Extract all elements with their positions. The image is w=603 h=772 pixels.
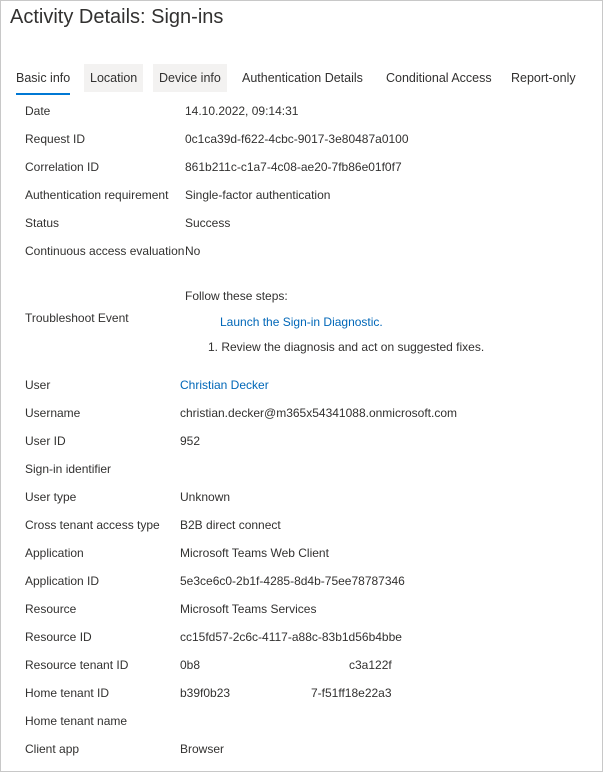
resource-tenant-id-label: Resource tenant ID <box>25 658 129 672</box>
cae-value: No <box>185 244 201 258</box>
tab-report-only[interactable]: Report-only <box>505 64 582 92</box>
status-value: Success <box>185 216 231 230</box>
signin-identifier-label: Sign-in identifier <box>25 462 112 476</box>
user-id-value: 952 <box>180 434 201 448</box>
user-label: User <box>25 378 51 392</box>
cross-tenant-label: Cross tenant access type <box>25 518 160 532</box>
username-value: christian.decker@m365x54341088.onmicroso… <box>180 406 457 420</box>
tab-authentication-details[interactable]: Authentication Details <box>236 64 369 92</box>
client-app-label: Client app <box>25 742 80 756</box>
correlation-id-value: 861b211c-c1a7-4c08-ae20-7fb86e01f0f7 <box>185 160 402 174</box>
date-label: Date <box>25 104 51 118</box>
application-id-value: 5e3ce6c0-2b1f-4285-8d4b-75ee78787346 <box>180 574 405 588</box>
launch-diagnostic-link[interactable]: Launch the Sign-in Diagnostic. <box>220 314 383 330</box>
cae-label: Continuous access evaluation <box>25 244 185 258</box>
auth-requirement-value: Single-factor authentication <box>185 188 331 202</box>
cross-tenant-value: B2B direct connect <box>180 518 281 532</box>
status-label: Status <box>25 216 60 230</box>
tab-basic-info[interactable]: Basic info <box>10 64 76 95</box>
tab-device-info[interactable]: Device info <box>153 64 227 92</box>
home-tenant-id-label: Home tenant ID <box>25 686 110 700</box>
resource-tenant-id-value-end: c3a122f <box>349 658 392 672</box>
tab-location[interactable]: Location <box>84 64 144 92</box>
request-id-value: 0c1ca39d-f622-4cbc-9017-3e80487a0100 <box>185 132 409 146</box>
resource-value: Microsoft Teams Services <box>180 602 317 616</box>
page-title: Activity Details: Sign-ins <box>10 6 224 28</box>
date-value: 14.10.2022, 09:14:31 <box>185 104 299 118</box>
username-label: Username <box>25 406 81 420</box>
home-tenant-id-value-start: b39f0b23 <box>180 686 231 700</box>
troubleshoot-steps-heading: Follow these steps: <box>185 289 288 303</box>
auth-requirement-label: Authentication requirement <box>25 188 169 202</box>
resource-tenant-id-value-start: 0b8 <box>180 658 201 672</box>
request-id-label: Request ID <box>25 132 86 146</box>
tab-conditional-access[interactable]: Conditional Access <box>380 64 498 92</box>
user-id-label: User ID <box>25 434 66 448</box>
application-value: Microsoft Teams Web Client <box>180 546 329 560</box>
troubleshoot-step-1: 1. Review the diagnosis and act on sugge… <box>208 340 485 354</box>
user-type-label: User type <box>25 490 77 504</box>
resource-label: Resource <box>25 602 77 616</box>
user-type-value: Unknown <box>180 490 231 504</box>
home-tenant-id-value-end: 7-f51ff18e22a3 <box>311 686 392 700</box>
correlation-id-label: Correlation ID <box>25 160 100 174</box>
resource-id-label: Resource ID <box>25 630 92 644</box>
resource-id-value: cc15fd57-2c6c-4117-a88c-83b1d56b4bbe <box>180 630 402 644</box>
application-label: Application <box>25 546 84 560</box>
troubleshoot-event-label: Troubleshoot Event <box>25 311 129 325</box>
home-tenant-name-label: Home tenant name <box>25 714 128 728</box>
user-link[interactable]: Christian Decker <box>180 377 269 393</box>
application-id-label: Application ID <box>25 574 100 588</box>
client-app-value: Browser <box>180 742 225 756</box>
